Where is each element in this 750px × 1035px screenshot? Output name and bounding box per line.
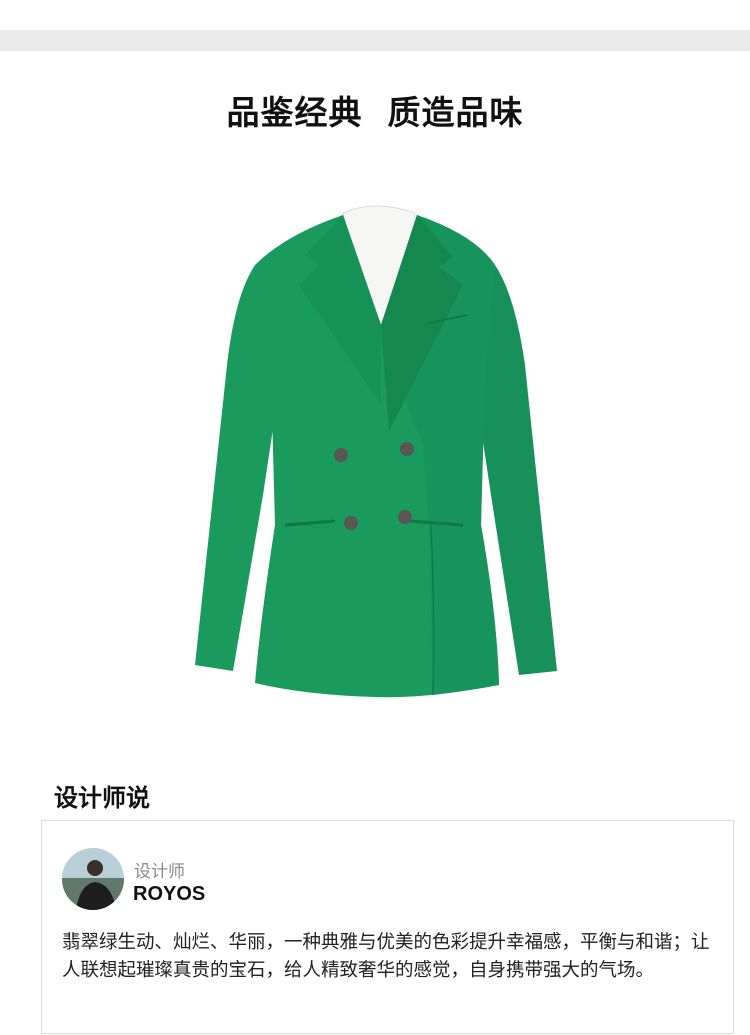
designer-role-label: 设计师 (134, 862, 185, 882)
designer-card: 设计师 ROYOS 翡翠绿生动、灿烂、华丽，一种典雅与优美的色彩提升幸福感，平衡… (41, 820, 734, 1034)
blazer-illustration (195, 205, 557, 698)
designer-section-title: 设计师说 (54, 784, 150, 812)
avatar-portrait-icon (62, 848, 124, 910)
designer-quote: 翡翠绿生动、灿烂、华丽，一种典雅与优美的色彩提升幸福感，平衡与和谐；让人联想起璀… (62, 932, 710, 981)
top-divider-band (0, 30, 750, 51)
designer-avatar (62, 848, 124, 910)
designer-name: ROYOS (133, 883, 206, 905)
page-headline: 品鉴经典 质造品味 (226, 93, 524, 132)
product-image-blazer (185, 195, 565, 705)
